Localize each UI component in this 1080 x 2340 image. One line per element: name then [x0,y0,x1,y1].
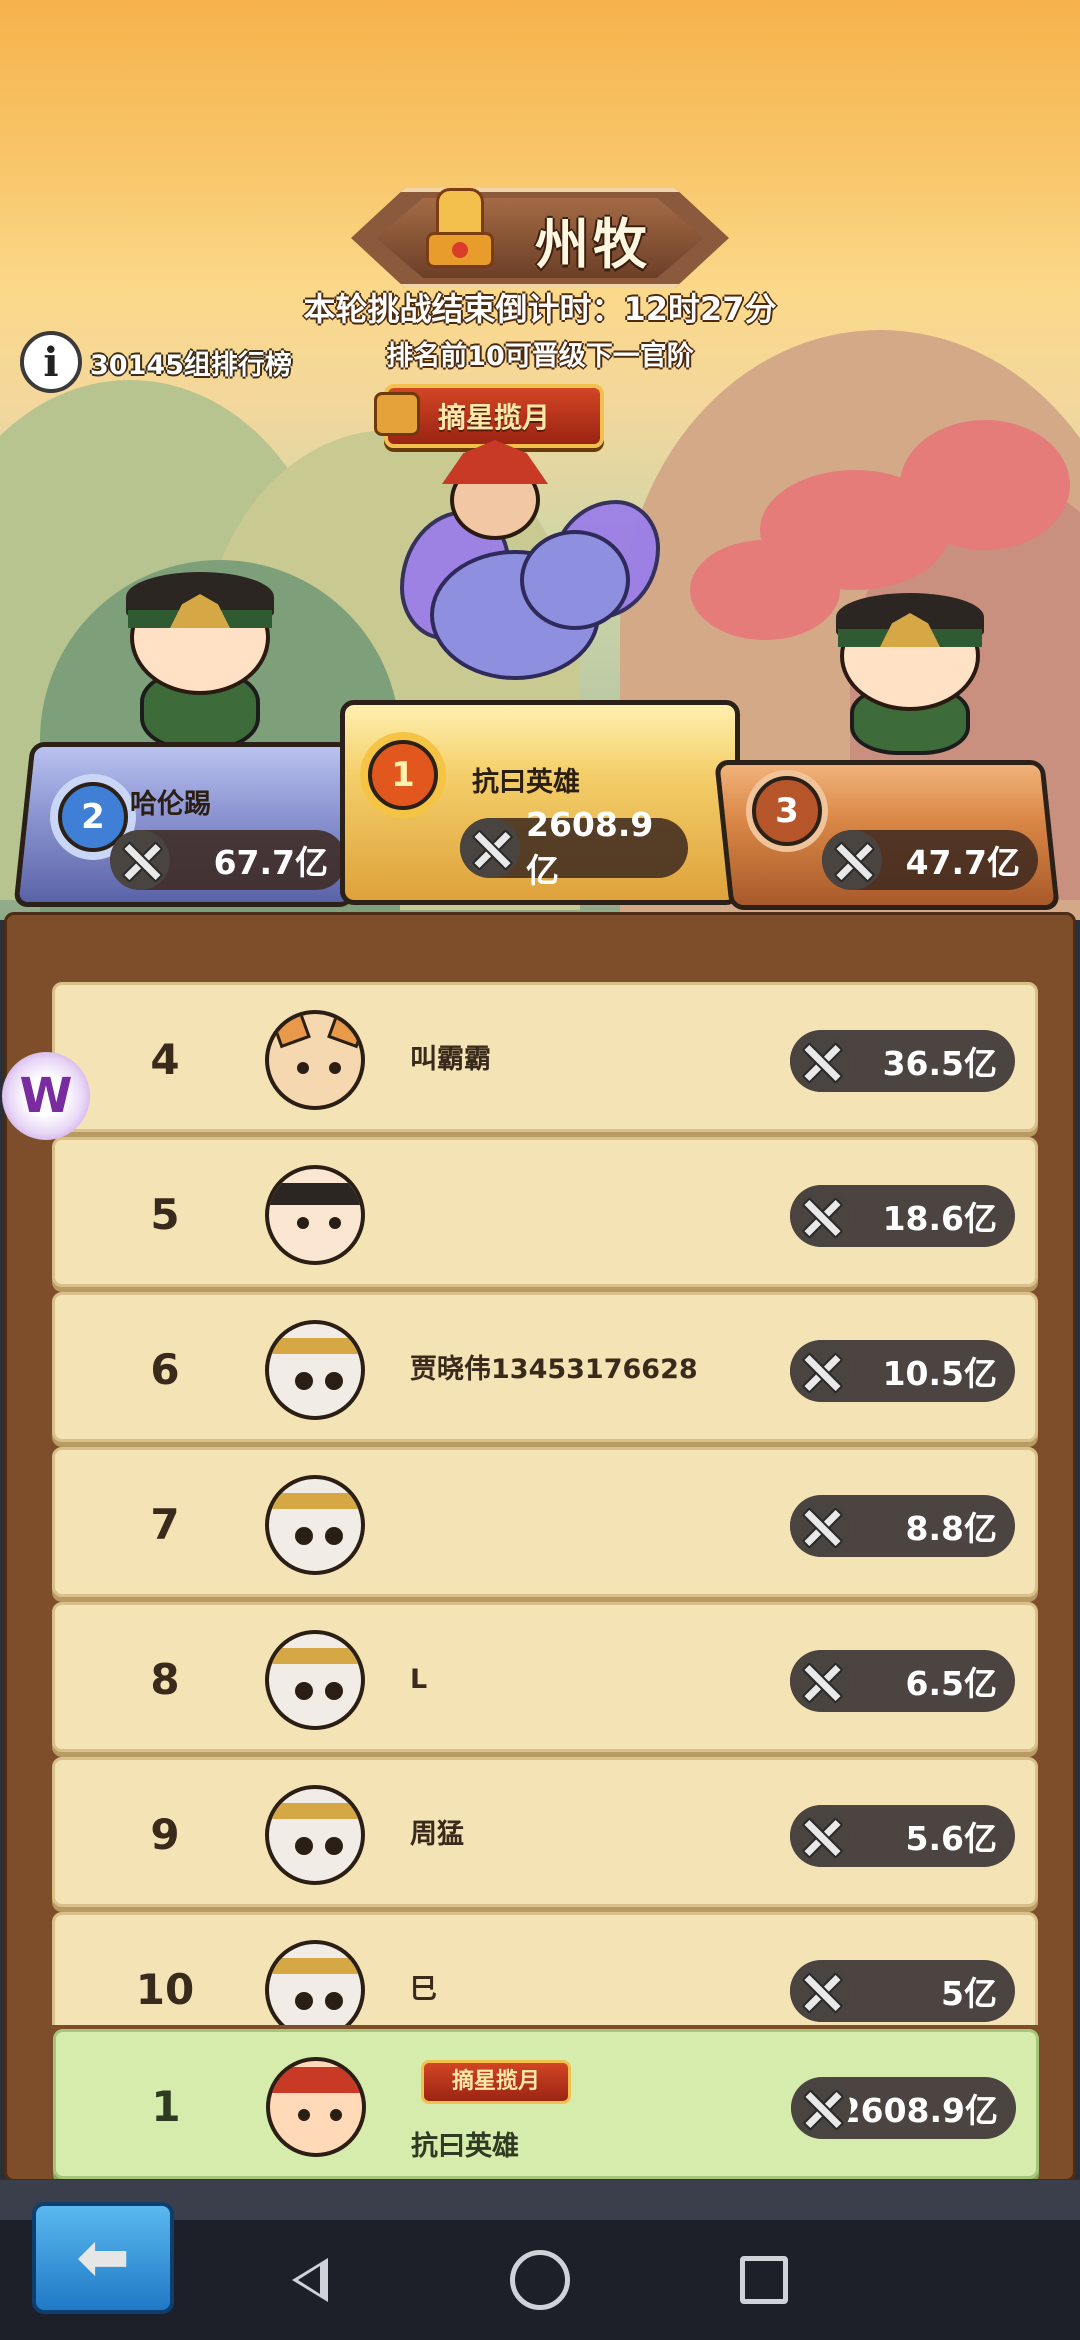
rank-number: 6 [150,1345,180,1394]
rank-tier-title: 州牧 [535,213,651,276]
rank-number: 7 [150,1500,180,1549]
nav-back-icon[interactable] [280,2250,340,2310]
seal-icon [420,182,500,272]
ranking-list-panel: 4 叫霸霸 36.5亿 5 18.6亿 6 贾晓伟13453176628 10.… [4,912,1076,2182]
my-power-value: 2608.9亿 [837,2091,998,2130]
elephant-head [520,530,630,630]
rank-tier-banner: 州牧 [315,178,765,298]
ranking-row[interactable]: 6 贾晓伟13453176628 10.5亿 [52,1292,1038,1442]
panda-avatar [265,1475,365,1575]
ranking-row[interactable]: 8 L 6.5亿 [52,1602,1038,1752]
power-value: 36.5亿 [882,1044,997,1083]
rank-2-name: 哈伦踢 [130,789,211,820]
power-pill: 18.6亿 [790,1185,1015,1247]
back-arrow-icon: ⬅ [76,2221,130,2295]
rank-number: 5 [150,1190,180,1239]
rank-3-character[interactable] [810,585,1010,755]
player-name: L [410,1664,428,1695]
group-label: 30145组排行榜 [90,349,292,381]
rank-2-character[interactable] [100,560,300,750]
rank-2-power: 67.7亿 [110,830,346,890]
rider-helmet [442,440,548,484]
crossed-swords-icon [790,1961,850,2021]
ranking-list[interactable]: 4 叫霸霸 36.5亿 5 18.6亿 6 贾晓伟13453176628 10.… [7,915,1073,2025]
treasure-chest-icon [374,392,420,436]
ranking-row[interactable]: 4 叫霸霸 36.5亿 [52,982,1038,1132]
power-value: 6.5亿 [905,1664,997,1703]
crossed-swords-icon [790,1496,850,1556]
podium-rank-2[interactable]: 2 哈伦踢 67.7亿 [13,742,371,907]
group-leaderboard-info[interactable]: i 30145组排行榜 [20,330,292,394]
my-power-pill: 2608.9亿 [791,2077,1016,2139]
crossed-swords-icon [460,818,520,878]
rank-number: 4 [150,1035,180,1084]
crossed-swords-icon [790,1186,850,1246]
crossed-swords-icon [790,1651,850,1711]
nav-recents-icon[interactable] [740,2256,788,2304]
power-value: 8.8亿 [905,1509,997,1548]
warrior-avatar [265,1165,365,1265]
medal-rank-3: 3 [752,776,822,846]
podium-rank-3[interactable]: 3 47.7亿 [714,760,1060,910]
ranking-row[interactable]: 9 周猛 5.6亿 [52,1757,1038,1907]
power-pill: 5.6亿 [790,1805,1015,1867]
player-name: 周猛 [410,1819,464,1850]
rank-3-power: 47.7亿 [822,830,1038,890]
power-value: 2608.9亿 [526,804,654,890]
rank-number: 8 [150,1655,180,1704]
crossed-swords-icon [822,830,882,890]
power-value: 47.7亿 [905,843,1020,882]
podium-rank-1[interactable]: 1 抗曰英雄 2608.9亿 [340,700,740,905]
power-pill: 8.8亿 [790,1495,1015,1557]
my-avatar [266,2057,366,2157]
my-name: 抗曰英雄 [411,2131,519,2162]
crossed-swords-icon [790,1806,850,1866]
ranking-row[interactable]: 5 18.6亿 [52,1137,1038,1287]
power-value: 5亿 [941,1974,997,2013]
crossed-swords-icon [790,1341,850,1401]
back-arrow-button[interactable]: ⬅ [32,2202,174,2314]
rank-1-power: 2608.9亿 [460,805,688,890]
my-rank-row[interactable]: 1 摘星揽月 抗曰英雄 2608.9亿 [53,2029,1039,2179]
crossed-swords-icon [110,830,170,890]
power-pill: 10.5亿 [790,1340,1015,1402]
power-pill: 6.5亿 [790,1650,1015,1712]
player-name: 巳 [410,1974,437,2005]
power-value: 18.6亿 [882,1199,997,1238]
power-value: 5.6亿 [905,1819,997,1858]
my-rank-number: 1 [151,2082,181,2131]
title-badge: 摘星揽月 [374,384,604,448]
corgi-avatar [265,1010,365,1110]
panda-avatar [265,1785,365,1885]
panda-avatar [265,1630,365,1730]
crossed-swords-icon [791,2078,851,2138]
ranking-row[interactable]: 10 巳 5亿 [52,1912,1038,2025]
power-pill: 5亿 [790,1960,1015,2022]
rank-number: 10 [135,1965,195,2014]
my-title-badge: 摘星揽月 [421,2060,571,2104]
panda-avatar [265,1320,365,1420]
rank-1-name: 抗曰英雄 [472,767,580,798]
countdown-text: 本轮挑战结束倒计时：12时27分 [303,290,777,328]
player-name: 贾晓伟13453176628 [410,1354,698,1385]
floating-assistant-button[interactable]: W [2,1052,90,1140]
medal-rank-1: 1 [368,740,438,810]
blossom-tree [900,420,1070,550]
nav-home-icon[interactable] [510,2250,570,2310]
power-value: 10.5亿 [882,1354,997,1393]
rank-number: 9 [150,1810,180,1859]
rank-1-character[interactable] [400,440,660,700]
power-pill: 36.5亿 [790,1030,1015,1092]
panda-avatar [265,1940,365,2025]
player-name: 叫霸霸 [410,1044,491,1075]
power-value: 67.7亿 [213,843,328,882]
crossed-swords-icon [790,1031,850,1091]
ranking-row[interactable]: 7 8.8亿 [52,1447,1038,1597]
info-icon[interactable]: i [20,331,82,393]
title-badge-label: 摘星揽月 [437,401,550,434]
